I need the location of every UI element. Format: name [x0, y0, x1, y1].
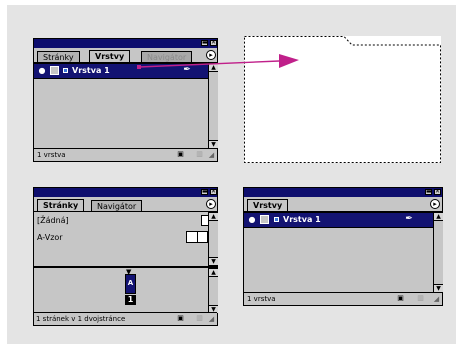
layer-count: 1 vrstva [37, 151, 66, 159]
master-list: [Žádná] A-Vzor [34, 212, 209, 266]
scroll-up-icon[interactable]: ▲ [434, 212, 443, 221]
tab-navigator[interactable]: Navigátor [91, 200, 143, 211]
resize-grip-icon[interactable]: ◢ [207, 315, 216, 324]
new-page-icon[interactable]: ▣ [177, 315, 184, 322]
minimize-icon[interactable]: ▬ [425, 189, 432, 195]
palette-menu-icon[interactable]: ▸ [206, 199, 216, 209]
status-bar: 1 vrstva ▣ ▥ ◢ [244, 292, 442, 305]
trash-icon[interactable]: ▥ [417, 295, 424, 302]
minimize-icon[interactable]: ▬ [201, 189, 208, 195]
layer-color-swatch [274, 217, 279, 222]
layer-color-swatch [63, 68, 68, 73]
spread-page-fold [197, 231, 198, 243]
lock-cell[interactable] [260, 215, 269, 224]
layer-name: Vrstva 1 [283, 215, 321, 224]
layer-list: ● Vrstva 1 ✒ [244, 212, 433, 293]
page-thumbnail[interactable]: A [125, 274, 136, 294]
scroll-up-icon[interactable]: ▲ [209, 212, 218, 221]
scroll-up-icon[interactable]: ▲ [209, 268, 218, 277]
illustration-canvas: ▬ ✕ Stránky Vrstvy Navigátor ▸ ● Vrstva … [7, 5, 456, 344]
layer-name: Vrstva 1 [72, 66, 110, 75]
status-bar: 1 stránek v 1 dvojstránce ▣ ▥ ◢ [34, 312, 217, 325]
page-number: 1 [125, 295, 136, 305]
scrollbar[interactable]: ▲ ▼ [433, 212, 443, 293]
tab-layers[interactable]: Vrstvy [247, 199, 289, 211]
resize-grip-icon[interactable]: ◢ [432, 295, 441, 304]
document-pages: ▼ A 1 [34, 268, 208, 314]
master-scrollbar[interactable]: ▲ ▼ [208, 212, 218, 266]
drag-arrow [137, 54, 299, 69]
tab-layers[interactable]: Vrstvy [89, 50, 131, 62]
minimize-icon[interactable]: ▬ [201, 40, 208, 46]
tab-pages[interactable]: Stránky [37, 51, 80, 62]
resize-grip-icon[interactable]: ◢ [207, 151, 216, 160]
pen-icon: ✒ [405, 214, 413, 224]
close-icon[interactable]: ✕ [210, 40, 217, 46]
tab-row: Stránky Navigátor ▸ [34, 197, 217, 212]
trash-icon[interactable]: ▥ [196, 151, 203, 158]
layer-count: 1 vrstva [247, 295, 276, 303]
tab-pages[interactable]: Stránky [37, 199, 85, 211]
master-none[interactable]: [Žádná] [37, 215, 69, 226]
eye-icon[interactable]: ● [37, 66, 47, 75]
scrollbar[interactable]: ▲ ▼ [208, 63, 218, 149]
new-layer-icon[interactable]: ▣ [177, 151, 184, 158]
layers-palette-bottom: ▬ ✕ Vrstvy ▸ ● Vrstva 1 ✒ ▲ ▼ 1 vrstva ▣… [243, 187, 443, 306]
close-icon[interactable]: ✕ [434, 189, 441, 195]
palette-titlebar[interactable]: ▬ ✕ [244, 188, 442, 197]
layer-row[interactable]: ● Vrstva 1 ✒ [244, 212, 433, 228]
layer-list: ● Vrstva 1 ✒ [34, 63, 208, 149]
pages-palette: ▬ ✕ Stránky Navigátor ▸ [Žádná] A-Vzor ▲… [33, 187, 218, 326]
tab-row: Vrstvy ▸ [244, 197, 442, 212]
page-prefix: A [127, 279, 134, 287]
master-a[interactable]: A-Vzor [37, 232, 63, 243]
palette-titlebar[interactable]: ▬ ✕ [34, 39, 217, 48]
palette-menu-icon[interactable]: ▸ [430, 199, 440, 209]
trash-icon[interactable]: ▥ [196, 315, 203, 322]
close-icon[interactable]: ✕ [210, 189, 217, 195]
palette-titlebar[interactable]: ▬ ✕ [34, 188, 217, 197]
eye-icon[interactable]: ● [247, 215, 257, 224]
new-layer-icon[interactable]: ▣ [397, 295, 404, 302]
status-bar: 1 vrstva ▣ ▥ ◢ [34, 148, 217, 161]
lock-cell[interactable] [50, 66, 59, 75]
scroll-down-icon[interactable]: ▼ [209, 257, 218, 266]
pages-status: 1 stránek v 1 dvojstránce [36, 315, 126, 323]
pages-scrollbar[interactable]: ▲ ▼ [208, 268, 218, 314]
